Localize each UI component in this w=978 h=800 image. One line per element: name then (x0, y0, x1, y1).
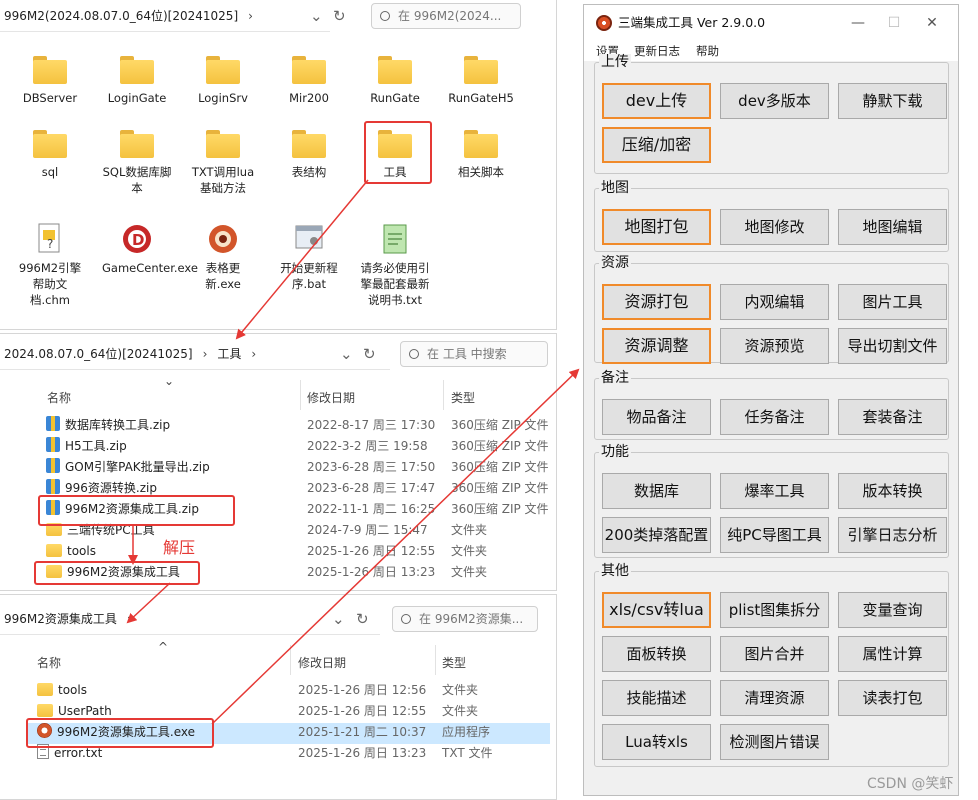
tool-button[interactable]: 数据库 (602, 473, 711, 509)
arrow-to-tools-window (235, 179, 369, 340)
tool-button[interactable]: 清理资源 (720, 680, 829, 716)
tool-button[interactable]: 资源预览 (720, 328, 829, 364)
group-title: 资源 (599, 255, 631, 271)
maximize-icon[interactable]: ☐ (874, 5, 914, 41)
group-box: 功能数据库 爆率工具 版本转换 200类掉落配置 纯PC导图工具 引擎日志分析 (594, 444, 949, 558)
menu-item-help[interactable]: 帮助 (696, 41, 719, 61)
tool-button[interactable]: Lua转xls (602, 724, 711, 760)
arrow-folder-to-window (126, 582, 171, 624)
tool-button[interactable]: 200类掉落配置 (602, 517, 711, 553)
tool-button[interactable]: 变量查询 (838, 592, 947, 628)
group-box: 其他 xls/csv转lua plist图集拆分 变量查询面板转换 图片合并 属性计算技能… (594, 563, 949, 767)
tool-button[interactable]: 地图编辑 (838, 209, 947, 245)
tool-button[interactable]: dev上传 (602, 83, 711, 119)
tool-button[interactable]: 地图打包 (602, 209, 711, 245)
tool-button[interactable]: 压缩/加密 (602, 127, 711, 163)
tool-button[interactable]: 技能描述 (602, 680, 711, 716)
title-bar[interactable]: 三端集成工具 Ver 2.9.0.0 — ☐ ✕ (584, 5, 958, 41)
tool-button[interactable]: 套装备注 (838, 399, 947, 435)
group-box: 地图地图打包 地图修改 地图编辑 (594, 180, 949, 252)
tool-button[interactable]: 版本转换 (838, 473, 947, 509)
tool-button[interactable]: 爆率工具 (720, 473, 829, 509)
minimize-icon[interactable]: — (838, 5, 878, 41)
group-title: 功能 (599, 444, 631, 460)
tool-button[interactable]: 属性计算 (838, 636, 947, 672)
tool-button[interactable]: dev多版本 (720, 83, 829, 119)
tool-button[interactable]: 物品备注 (602, 399, 711, 435)
window-title: 三端集成工具 Ver 2.9.0.0 (618, 15, 766, 30)
tool-button[interactable]: 读表打包 (838, 680, 947, 716)
tool-button[interactable]: 引擎日志分析 (838, 517, 947, 553)
group-box: 资源资源打包 内观编辑 图片工具资源调整 资源预览 导出切割文件 (594, 255, 949, 364)
group-title: 备注 (599, 370, 631, 386)
tool-button[interactable]: 图片合并 (720, 636, 829, 672)
menu-item-changelog[interactable]: 更新日志 (634, 41, 680, 61)
tool-button[interactable]: 纯PC导图工具 (720, 517, 829, 553)
tool-button[interactable]: 静默下载 (838, 83, 947, 119)
tool-button[interactable]: 资源打包 (602, 284, 711, 320)
tool-button[interactable]: 内观编辑 (720, 284, 829, 320)
watermark: CSDN @笑虾 (867, 776, 954, 792)
menu-bar: 设置 更新日志 帮助 (584, 41, 958, 61)
tool-button[interactable]: 检测图片错误 (720, 724, 829, 760)
tool-button[interactable]: plist图集拆分 (720, 592, 829, 628)
integration-tool-window: 三端集成工具 Ver 2.9.0.0 — ☐ ✕ 设置 更新日志 帮助 上传 de… (583, 4, 959, 796)
arrow-exe-to-tool (211, 368, 580, 725)
close-icon[interactable]: ✕ (912, 5, 952, 41)
tool-button[interactable]: 导出切割文件 (838, 328, 947, 364)
tool-button[interactable]: 资源调整 (602, 328, 711, 364)
tool-button[interactable]: 任务备注 (720, 399, 829, 435)
tool-button[interactable]: 图片工具 (838, 284, 947, 320)
group-title: 地图 (599, 180, 631, 196)
tool-button[interactable]: 地图修改 (720, 209, 829, 245)
group-box: 上传 dev上传 dev多版本 静默下载压缩/加密 (594, 54, 949, 174)
tool-button[interactable]: xls/csv转lua (602, 592, 711, 628)
group-box: 备注物品备注 任务备注 套装备注 (594, 370, 949, 440)
tool-button[interactable]: 面板转换 (602, 636, 711, 672)
group-title: 其他 (599, 563, 631, 579)
group-title: 上传 (599, 54, 631, 70)
app-logo-icon (596, 15, 612, 31)
